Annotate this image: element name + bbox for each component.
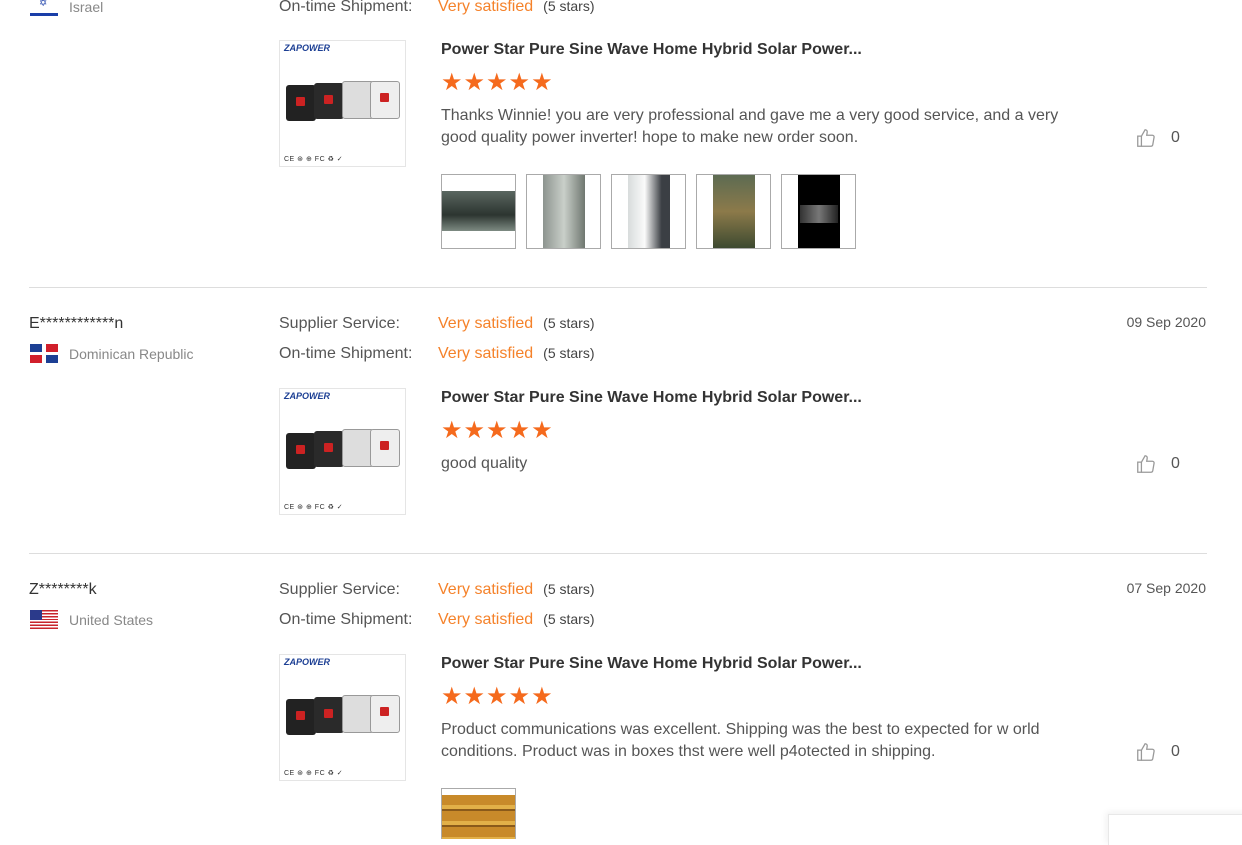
shipment-stars: (5 stars) (543, 345, 595, 361)
supplier-value: Very satisfied (438, 581, 534, 598)
review-photo[interactable] (441, 174, 516, 249)
shipment-value: Very satisfied (438, 0, 534, 15)
floating-panel-edge (1108, 814, 1242, 845)
star-rating: ★ ★ ★ ★ ★ (441, 419, 554, 443)
shipment-rating: On-time Shipment: Very satisfied (5 star… (279, 611, 595, 629)
star-icon: ★ (531, 683, 553, 710)
review-text: Product communications was excellent. Sh… (441, 721, 1040, 760)
product-title-link[interactable]: Power Star Pure Sine Wave Home Hybrid So… (441, 655, 862, 673)
like-button[interactable]: 0 (1135, 741, 1180, 763)
shipment-label: On-time Shipment: (279, 0, 413, 15)
product-thumbnail[interactable]: ZAPOWER CE ⊛ ⊕ FC ♻ ✓ (279, 654, 406, 781)
country-label: United States (69, 611, 154, 628)
cert-marks: CE ⊛ ⊕ FC ♻ ✓ (284, 504, 344, 511)
like-button[interactable]: 0 (1135, 453, 1180, 475)
shipment-value: Very satisfied (438, 611, 534, 628)
review-text: Thanks Winnie! you are very professional… (441, 107, 1059, 146)
shipment-rating: On-time Shipment: Very satisfied (5 star… (279, 0, 595, 16)
cert-marks: CE ⊛ ⊕ FC ♻ ✓ (284, 156, 344, 163)
shipment-label: On-time Shipment: (279, 611, 413, 628)
product-title-link[interactable]: Power Star Pure Sine Wave Home Hybrid So… (441, 41, 862, 59)
product-thumbnail[interactable]: ZAPOWER CE ⊛ ⊕ FC ♻ ✓ (279, 388, 406, 515)
like-count: 0 (1171, 129, 1180, 146)
star-icon: ★ (486, 683, 508, 710)
star-icon: ★ (463, 417, 486, 444)
reviewer-name: Z********k (29, 581, 97, 598)
reviewer-country: Dominican Republic (30, 344, 194, 363)
supplier-value: Very satisfied (438, 315, 534, 332)
star-icon: ★ (441, 417, 463, 444)
brand-logo: ZAPOWER (284, 43, 330, 53)
supplier-rating: Supplier Service: Very satisfied (5 star… (279, 315, 595, 333)
star-icon: ★ (441, 69, 463, 96)
star-icon: ★ (441, 683, 463, 710)
star-icon: ★ (508, 417, 531, 444)
flag-dominican-republic-icon (30, 344, 58, 363)
review-date: 09 Sep 2020 (1126, 314, 1206, 330)
star-icon: ★ (486, 69, 508, 96)
like-count: 0 (1171, 455, 1180, 472)
reviewer-name: E************n (29, 315, 124, 332)
review-photo[interactable] (526, 174, 601, 249)
star-icon: ★ (508, 683, 531, 710)
review-photos (441, 174, 861, 249)
shipment-stars: (5 stars) (543, 611, 595, 627)
like-button[interactable]: 0 (1135, 127, 1180, 149)
review-photos (441, 788, 521, 839)
brand-logo: ZAPOWER (284, 391, 330, 401)
product-title-link[interactable]: Power Star Pure Sine Wave Home Hybrid So… (441, 389, 862, 407)
brand-logo: ZAPOWER (284, 657, 330, 667)
thumbs-up-icon[interactable] (1135, 453, 1157, 475)
shipment-value: Very satisfied (438, 345, 534, 362)
thumbs-up-icon[interactable] (1135, 741, 1157, 763)
star-icon: ★ (531, 69, 553, 96)
shipment-stars: (5 stars) (543, 0, 595, 14)
thumbs-up-icon[interactable] (1135, 127, 1157, 149)
star-icon: ★ (486, 417, 508, 444)
supplier-rating: Supplier Service: Very satisfied (5 star… (279, 581, 595, 599)
country-label: Dominican Republic (69, 345, 194, 362)
flag-israel-icon (30, 0, 58, 16)
supplier-stars: (5 stars) (543, 581, 595, 597)
supplier-label: Supplier Service: (279, 315, 400, 332)
like-count: 0 (1171, 743, 1180, 760)
supplier-stars: (5 stars) (543, 315, 595, 331)
review-photo[interactable] (441, 788, 516, 839)
reviewer-country: Israel (30, 0, 103, 16)
review-video[interactable] (781, 174, 856, 249)
review-divider (29, 553, 1207, 554)
review-text: good quality (441, 455, 528, 472)
supplier-label: Supplier Service: (279, 581, 400, 598)
shipment-rating: On-time Shipment: Very satisfied (5 star… (279, 345, 595, 363)
star-icon: ★ (531, 417, 553, 444)
star-rating: ★ ★ ★ ★ ★ (441, 71, 554, 95)
star-icon: ★ (463, 69, 486, 96)
review-date: 07 Sep 2020 (1126, 580, 1206, 596)
cert-marks: CE ⊛ ⊕ FC ♻ ✓ (284, 770, 344, 777)
reviewer-country: United States (30, 610, 153, 629)
review-divider (29, 287, 1207, 288)
shipment-label: On-time Shipment: (279, 345, 413, 362)
flag-united-states-icon (30, 610, 58, 629)
review-photo[interactable] (611, 174, 686, 249)
star-icon: ★ (508, 69, 531, 96)
product-thumbnail[interactable]: ZAPOWER CE ⊛ ⊕ FC ♻ ✓ (279, 40, 406, 167)
star-icon: ★ (463, 683, 486, 710)
star-rating: ★ ★ ★ ★ ★ (441, 685, 554, 709)
review-photo[interactable] (696, 174, 771, 249)
country-label: Israel (69, 0, 104, 15)
